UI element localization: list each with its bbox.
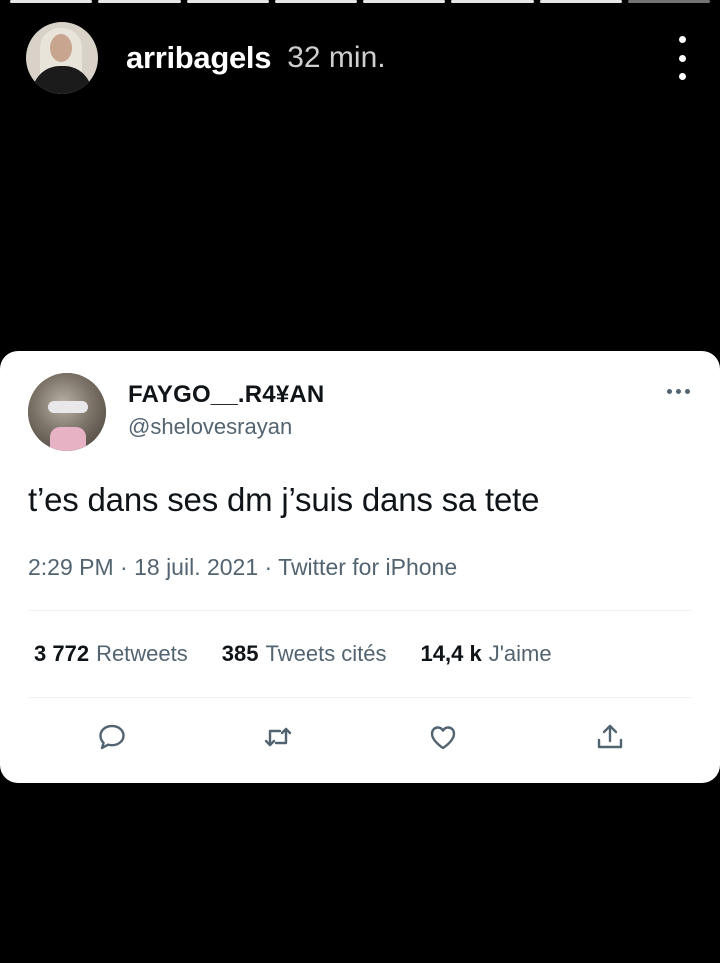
tweet-meta: 2:29 PM · 18 juil. 2021 · Twitter for iP… — [28, 554, 458, 580]
tweet-stats: 3 772 Retweets 385 Tweets cités 14,4 k J… — [34, 641, 586, 667]
retweet-icon[interactable] — [258, 717, 298, 757]
tweet-actions — [0, 717, 720, 757]
progress-segment — [98, 0, 181, 3]
progress-segment — [451, 0, 534, 3]
heart-icon[interactable] — [423, 717, 463, 757]
divider — [28, 697, 692, 698]
story-progress-bar — [10, 0, 710, 4]
share-icon[interactable] — [590, 717, 630, 757]
story-time: 32 min. — [287, 41, 386, 74]
stat-likes[interactable]: 14,4 k J'aime — [421, 641, 552, 667]
stat-label: Retweets — [96, 641, 188, 666]
stat-label: Tweets cités — [265, 641, 387, 666]
stat-quote-tweets[interactable]: 385 Tweets cités — [222, 641, 387, 667]
progress-segment — [186, 0, 269, 3]
tweet-card: FAYGO__.R4¥AN @shelovesrayan t’es dans s… — [0, 351, 720, 783]
stat-number: 385 — [221, 641, 259, 666]
tweet-handle[interactable]: @shelovesrayan — [128, 414, 292, 440]
comment-icon[interactable] — [92, 717, 132, 757]
progress-segment — [10, 0, 93, 3]
progress-segment — [539, 0, 622, 3]
tweet-display-name[interactable]: FAYGO__.R4¥AN — [128, 381, 324, 409]
more-dots-icon[interactable] — [667, 389, 690, 394]
story-username[interactable]: arribagels — [126, 40, 272, 76]
tweet-avatar[interactable] — [28, 373, 106, 451]
stat-retweets[interactable]: 3 772 Retweets — [34, 641, 188, 667]
stat-number: 3 772 — [34, 641, 90, 666]
tweet-text: t’es dans ses dm j’suis dans sa tete — [28, 481, 540, 518]
progress-segment — [627, 0, 710, 3]
progress-segment — [274, 0, 357, 3]
user-avatar[interactable] — [26, 22, 98, 94]
divider — [28, 610, 692, 611]
story-header: arribagels 32 min. — [26, 22, 694, 94]
stat-label: J'aime — [488, 641, 552, 666]
stat-number: 14,4 k — [420, 641, 482, 666]
more-vertical-icon[interactable] — [670, 36, 694, 80]
progress-segment — [363, 0, 446, 3]
